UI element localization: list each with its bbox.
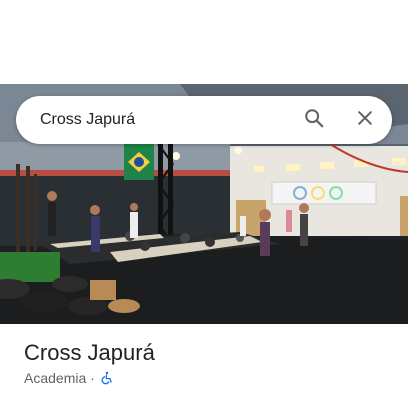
close-icon	[355, 108, 375, 133]
clear-search-button[interactable]	[349, 104, 381, 136]
wheelchair-accessible-icon	[100, 371, 114, 385]
meta-separator: ·	[90, 370, 95, 386]
place-title[interactable]: Cross Japurá	[24, 340, 155, 366]
place-meta: Academia ·	[24, 370, 114, 386]
search-button[interactable]	[298, 104, 330, 136]
search-bar[interactable]: Cross Japurá	[16, 96, 392, 144]
search-input[interactable]: Cross Japurá	[40, 96, 290, 144]
place-category: Academia	[24, 370, 87, 386]
search-icon	[303, 107, 325, 134]
